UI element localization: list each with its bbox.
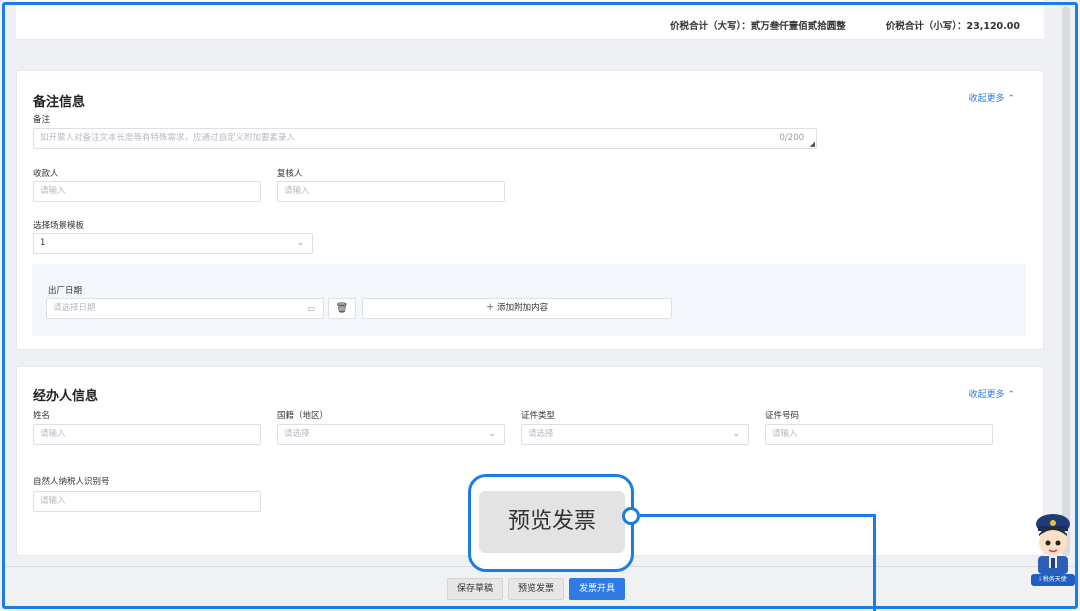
callout-label: 预览发票 [479, 491, 625, 553]
callout-connector-dot [622, 507, 640, 525]
extra-fields-panel: 出厂日期 请选择日期 ▭ 🗑 ＋ 添加附加内容 [32, 264, 1026, 336]
chevron-down-icon: ⌄ [732, 429, 740, 439]
chevron-down-icon: ⌄ [296, 238, 304, 248]
factory-date-input[interactable]: 请选择日期 ▭ [46, 298, 324, 319]
chevron-down-icon: ⌄ [488, 429, 496, 439]
callout-connector-line [640, 514, 876, 517]
taxid-label: 自然人纳税人识别号 [33, 477, 110, 487]
add-content-button[interactable]: ＋ 添加附加内容 [362, 298, 672, 319]
chevron-up-icon: ⌃ [1004, 390, 1015, 400]
reviewer-label: 复核人 [277, 169, 303, 179]
delete-button[interactable]: 🗑 [328, 298, 356, 319]
chevron-up-icon: ⌃ [1004, 94, 1015, 104]
remark-counter: 0/200 [779, 133, 805, 143]
mascot-badge: i 税务天使 [1031, 574, 1075, 586]
remarks-collapse-link[interactable]: 收起更多 ⌃ [969, 91, 1015, 104]
id-type-label: 证件类型 [521, 411, 556, 421]
handler-collapse-link[interactable]: 收起更多 ⌃ [969, 387, 1015, 400]
totals-bar: 价税合计（大写）：贰万叁仟壹佰贰拾圆整 价税合计（小写）：23,120.00 [16, 0, 1044, 40]
issue-invoice-button[interactable]: 发票开具 [569, 578, 625, 600]
payee-input[interactable]: 请输入 [33, 181, 261, 202]
template-label: 选择场景模板 [33, 221, 85, 231]
calendar-icon: ▭ [307, 304, 315, 313]
tax-angel-mascot: i 税务天使 [1030, 512, 1076, 588]
preview-callout: 预览发票 [468, 474, 634, 572]
taxid-input[interactable]: 请输入 [33, 491, 261, 512]
total-uppercase: 价税合计（大写）：贰万叁仟壹佰贰拾圆整 [669, 21, 846, 32]
plus-icon: ＋ [485, 303, 498, 313]
callout-connector-line-vertical [873, 514, 876, 611]
handler-title: 经办人信息 [33, 389, 99, 404]
factory-date-label: 出厂日期 [48, 286, 83, 296]
resize-handle-icon[interactable]: ◢ [810, 140, 815, 148]
payee-label: 收款人 [33, 169, 59, 179]
id-number-input[interactable]: 请输入 [765, 424, 993, 445]
remarks-title: 备注信息 [33, 95, 86, 110]
remark-textarea[interactable]: 如开票人对备注文本长度等有特殊需求，应通过自定义附加要素录入 0/200 ◢ [33, 128, 817, 149]
country-label: 国籍（地区） [277, 411, 329, 421]
preview-invoice-button[interactable]: 预览发票 [508, 578, 564, 600]
name-label: 姓名 [33, 411, 51, 421]
id-number-label: 证件号码 [765, 411, 800, 421]
trash-icon: 🗑 [335, 303, 349, 314]
scrollbar[interactable] [1062, 6, 1070, 556]
country-select[interactable]: 请选择 ⌄ [277, 424, 505, 445]
reviewer-input[interactable]: 请输入 [277, 181, 505, 202]
save-draft-button[interactable]: 保存草稿 [447, 578, 503, 600]
total-lowercase: 价税合计（小写）：23,120.00 [885, 21, 1020, 32]
id-type-select[interactable]: 请选择 ⌄ [521, 424, 749, 445]
template-select[interactable]: 1 ⌄ [33, 233, 313, 254]
remark-label: 备注 [33, 115, 51, 125]
name-input[interactable]: 请输入 [33, 424, 261, 445]
